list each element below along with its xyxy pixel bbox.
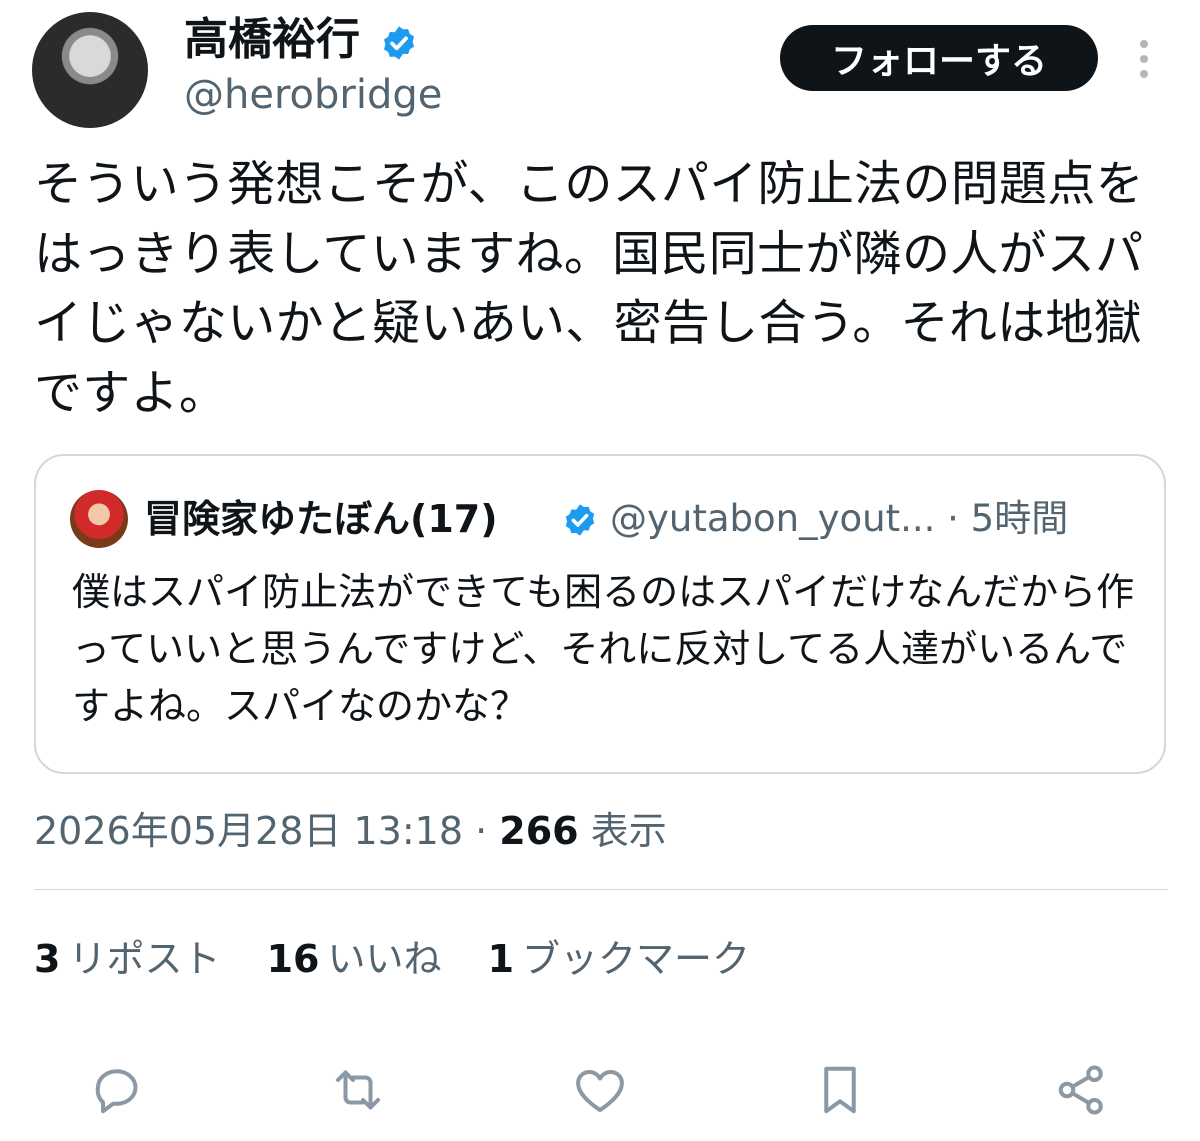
- stat-bookmarks[interactable]: 1 ブックマーク: [488, 937, 750, 981]
- meta-separator: ·: [475, 809, 488, 853]
- quoted-author-avatar[interactable]: [70, 490, 128, 548]
- author-avatar[interactable]: [32, 12, 148, 128]
- tweet-meta: 2026年05月28日 13:18 · 266 表示: [34, 804, 667, 858]
- quoted-author-name[interactable]: 冒険家ゆたぼん(17): [144, 494, 498, 544]
- author-handle[interactable]: @herobridge: [184, 70, 442, 120]
- quoted-verified-badge-icon: [565, 504, 595, 536]
- quoted-time[interactable]: · 5時間: [947, 497, 1068, 540]
- tweet-timestamp[interactable]: 2026年05月28日 13:18: [34, 809, 463, 853]
- stat-label: ブックマーク: [522, 937, 751, 981]
- more-vertical-icon[interactable]: [1128, 38, 1160, 80]
- bookmark-icon[interactable]: [810, 1060, 870, 1120]
- divider: [34, 889, 1168, 890]
- share-icon[interactable]: [1052, 1060, 1112, 1120]
- stat-count: 3: [34, 937, 61, 981]
- stat-label: リポスト: [68, 937, 221, 981]
- views-label: 表示: [590, 809, 667, 853]
- quoted-author-handle-and-time: @yutabon_yout... · 5時間: [610, 494, 1068, 544]
- stat-reposts[interactable]: 3 リポスト: [34, 937, 220, 981]
- stat-likes[interactable]: 16 いいね: [267, 937, 442, 981]
- engagement-stats: 3 リポスト 16 いいね 1 ブックマーク: [34, 932, 750, 986]
- stat-count: 16: [266, 937, 320, 981]
- quoted-author-handle[interactable]: @yutabon_yout...: [610, 497, 935, 540]
- like-icon[interactable]: [570, 1060, 630, 1120]
- follow-button[interactable]: フォローする: [780, 25, 1098, 91]
- action-bar: [0, 1050, 1200, 1130]
- quoted-tweet-card[interactable]: 冒険家ゆたぼん(17) @yutabon_yout... · 5時間 僕はスパイ…: [34, 454, 1166, 774]
- verified-badge-icon: [383, 26, 415, 60]
- tweet-text: そういう発想こそが、このスパイ防止法の問題点をはっきり表していますね。国民同士が…: [34, 156, 1144, 421]
- author-name[interactable]: 高橋裕行: [184, 12, 360, 68]
- stat-label: いいね: [327, 937, 442, 981]
- views-count: 266: [499, 809, 579, 853]
- quoted-tweet-text: 僕はスパイ防止法ができても困るのはスパイだけなんだから作っていいと思うんですけど…: [72, 570, 1135, 728]
- reply-icon[interactable]: [88, 1060, 148, 1120]
- stat-count: 1: [487, 937, 515, 981]
- retweet-icon[interactable]: [328, 1060, 388, 1120]
